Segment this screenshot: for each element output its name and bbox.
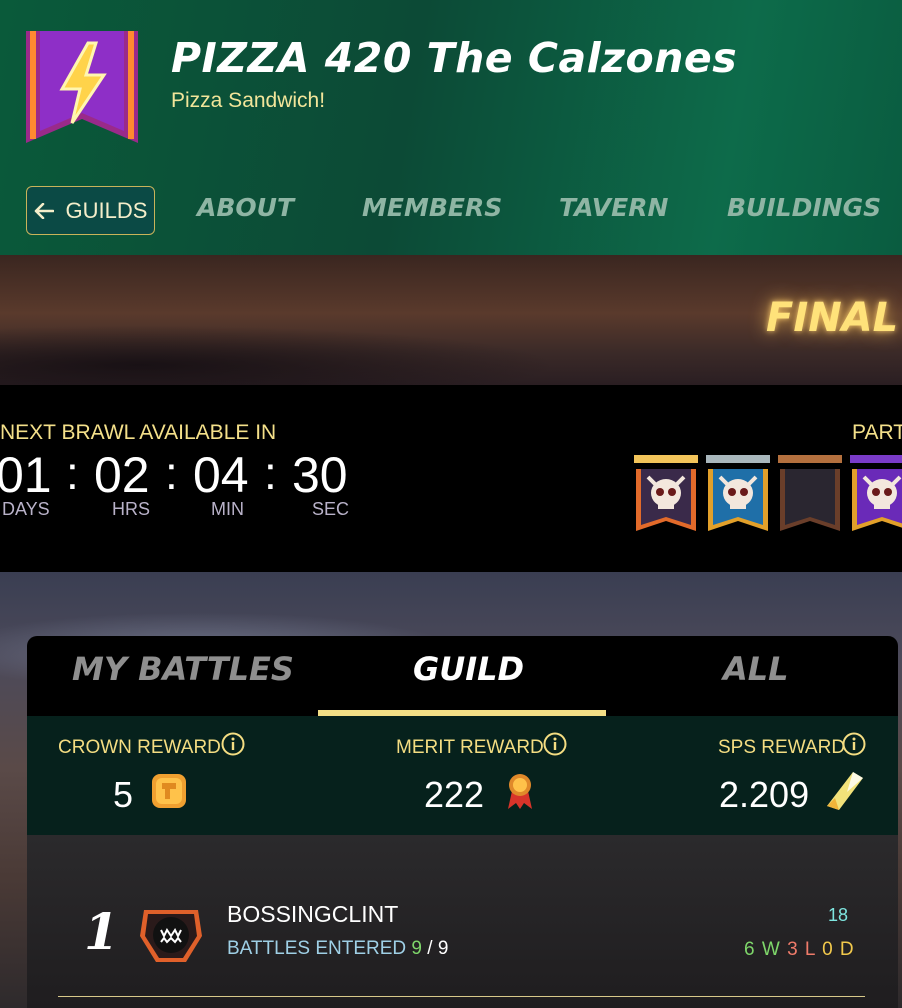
battles-entered: BATTLES ENTERED 9 / 9 <box>227 938 448 960</box>
timer-days: 01 <box>0 447 52 503</box>
draws: 0 D <box>822 939 855 960</box>
battles-entered-label: BATTLES ENTERED <box>227 938 407 959</box>
member-score: 18 <box>828 905 849 925</box>
tab-about[interactable]: ABOUT <box>197 193 294 229</box>
arrow-left-icon <box>34 202 54 219</box>
tab-my-battles[interactable]: MY BATTLES <box>72 650 294 696</box>
timer-seconds: 30 <box>292 447 348 503</box>
wins: 6 W <box>744 939 781 960</box>
timer-separator: : <box>165 447 178 499</box>
merit-reward-label: MERIT REWARD <box>396 737 544 758</box>
battles-done: 9 <box>411 938 422 959</box>
sps-crystal-icon <box>827 772 863 810</box>
timer-minutes: 04 <box>193 447 249 503</box>
crown-reward-label: CROWN REWARD <box>58 737 221 758</box>
info-icon[interactable] <box>842 732 866 756</box>
sps-reward-label: SPS REWARD <box>718 737 846 758</box>
sps-reward-value: 2.209 <box>719 774 810 815</box>
next-brawl-label: NEXT BRAWL AVAILABLE IN <box>0 421 277 444</box>
participant-slot-blue[interactable] <box>706 455 770 533</box>
timer-unit-hours: HRS <box>112 499 151 519</box>
timer-unit-seconds: SEC <box>312 499 350 519</box>
tab-buildings[interactable]: BUILDINGS <box>727 193 881 229</box>
info-icon[interactable] <box>221 732 245 756</box>
tab-all[interactable]: ALL <box>723 650 789 696</box>
timer-unit-minutes: MIN <box>211 499 244 519</box>
win-loss-draw: 6 W 3 L 0 D <box>744 939 855 961</box>
row-divider <box>58 996 865 997</box>
member-avatar-icon[interactable] <box>138 906 204 964</box>
crown-reward-value: 5 <box>113 774 134 815</box>
guild-banner-lightning-icon <box>26 31 138 143</box>
member-rank: 1 <box>84 902 119 961</box>
guild-name: PIZZA 420 The Calzones <box>171 34 738 82</box>
participants-label: PART <box>852 421 902 444</box>
participant-slot-empty[interactable] <box>778 455 842 533</box>
merit-reward-value: 222 <box>424 774 485 815</box>
info-icon[interactable] <box>543 732 567 756</box>
participant-slot-purple[interactable] <box>850 455 902 533</box>
battles-slash: / <box>427 938 433 959</box>
timer-separator: : <box>66 447 79 499</box>
timer-unit-days: DAYS <box>2 499 50 519</box>
losses: 3 L <box>787 939 816 960</box>
hero-title: FINAL B <box>766 295 902 341</box>
back-button-label: GUILDS <box>65 197 148 223</box>
tab-members[interactable]: MEMBERS <box>362 193 502 229</box>
crown-token-icon <box>152 774 186 808</box>
merit-medal-icon <box>508 774 532 809</box>
member-name[interactable]: BOSSINGCLINT <box>227 901 398 928</box>
battles-total: 9 <box>437 938 449 959</box>
timer-hours: 02 <box>94 447 150 503</box>
back-to-guilds-button[interactable]: GUILDS <box>26 186 155 235</box>
tab-guild[interactable]: GUILD <box>413 650 524 696</box>
tab-tavern[interactable]: TAVERN <box>559 193 668 229</box>
timer-separator: : <box>264 447 277 499</box>
guild-motto: Pizza Sandwich! <box>171 89 326 112</box>
participant-slot-gold[interactable] <box>634 455 698 533</box>
